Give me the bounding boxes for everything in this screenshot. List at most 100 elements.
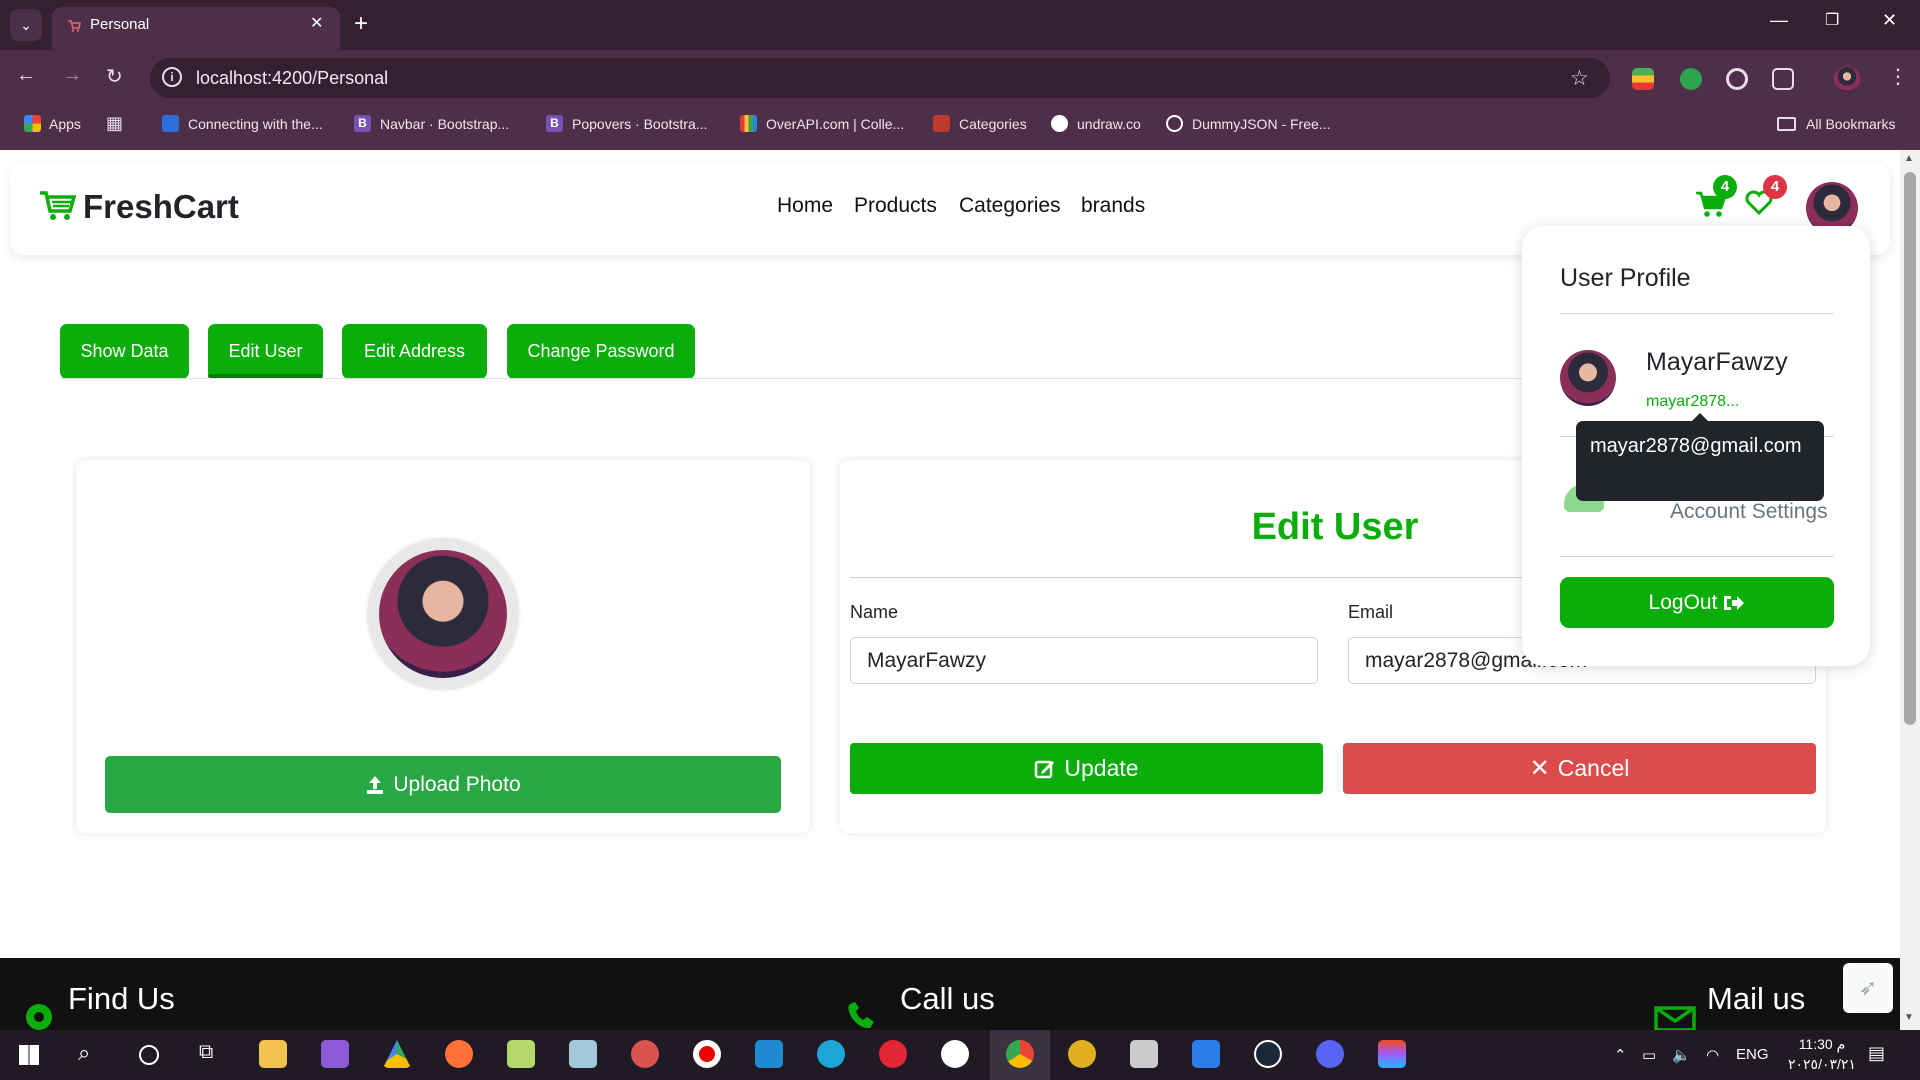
profile-photo: [379, 550, 507, 678]
browser-profile-avatar[interactable]: [1834, 66, 1860, 92]
dropdown-avatar: [1560, 350, 1616, 406]
name-label: Name: [850, 602, 899, 622]
volume-icon[interactable]: 🔈: [1672, 1046, 1691, 1064]
bookmark-item[interactable]: OverAPI.com | Colle...: [766, 116, 904, 132]
upload-photo-button[interactable]: Upload Photo: [105, 756, 781, 813]
language-indicator[interactable]: ENG: [1736, 1046, 1769, 1063]
bookmark-item[interactable]: undraw.co: [1077, 116, 1141, 132]
vscode-icon[interactable]: [755, 1040, 783, 1068]
location-icon: [26, 1004, 52, 1030]
windows-start-icon[interactable]: [19, 1045, 39, 1065]
app-icon[interactable]: [507, 1040, 535, 1068]
site-info-icon[interactable]: i: [162, 67, 182, 87]
bookmark-item[interactable]: DummyJSON - Free...: [1192, 116, 1330, 132]
task-view-icon[interactable]: ⧉: [199, 1041, 213, 1064]
minimize-icon[interactable]: —: [1770, 10, 1788, 31]
extension-target-icon[interactable]: [1726, 68, 1748, 90]
cart-logo-icon: [40, 191, 77, 220]
scroll-down-icon[interactable]: ▼: [1904, 1012, 1914, 1023]
dropdown-title: User Profile: [1560, 264, 1691, 292]
wishlist-count-badge: 4: [1763, 175, 1787, 199]
tab-change-password[interactable]: Change Password: [507, 324, 695, 379]
rocket-icon: ➶: [1858, 975, 1878, 1000]
window-close-icon[interactable]: ✕: [1882, 10, 1897, 31]
file-explorer-icon[interactable]: [259, 1040, 287, 1068]
extension-n-icon[interactable]: [1680, 68, 1702, 90]
discord-icon[interactable]: [1316, 1040, 1344, 1068]
scroll-up-icon[interactable]: ▲: [1904, 153, 1914, 164]
scroll-to-top-button[interactable]: ➶: [1843, 963, 1893, 1013]
edge-icon[interactable]: [817, 1040, 845, 1068]
app-icon[interactable]: [631, 1040, 659, 1068]
back-icon[interactable]: ←: [16, 64, 36, 87]
nav-link-home[interactable]: Home: [777, 194, 833, 218]
extension-icon[interactable]: [1632, 68, 1654, 90]
bookmark-item[interactable]: Navbar · Bootstrap...: [380, 116, 509, 132]
nav-link-brands[interactable]: brands: [1081, 194, 1145, 218]
upload-icon: [367, 775, 384, 794]
bookmark-star-icon[interactable]: ☆: [1570, 66, 1589, 91]
logout-label: LogOut: [1648, 590, 1718, 614]
clock[interactable]: 11:30 م ٢٠٢٥/٠٣/٢١: [1788, 1034, 1856, 1074]
chrome-icon[interactable]: [1006, 1040, 1034, 1068]
tab-show-data[interactable]: Show Data: [60, 324, 189, 379]
bookmark-item[interactable]: Connecting with the...: [188, 116, 323, 132]
brand-logo[interactable]: FreshCart: [83, 188, 239, 226]
footer-mail-us: Mail us: [1707, 981, 1806, 1016]
notepad-icon[interactable]: [569, 1040, 597, 1068]
steam-icon[interactable]: [1254, 1040, 1282, 1068]
update-label: Update: [1064, 755, 1139, 781]
extensions-puzzle-icon[interactable]: [1772, 68, 1794, 90]
update-button[interactable]: Update: [850, 743, 1323, 794]
cart-favicon-icon: [933, 115, 950, 132]
app-icon[interactable]: [1130, 1040, 1158, 1068]
battery-icon[interactable]: ▭: [1642, 1046, 1656, 1064]
forward-icon[interactable]: →: [62, 64, 82, 87]
cortana-icon[interactable]: [139, 1045, 159, 1065]
tab-title: Personal: [90, 16, 150, 33]
clock-icon[interactable]: [941, 1040, 969, 1068]
bookmark-apps[interactable]: Apps: [49, 116, 81, 132]
bootstrap-icon: B: [354, 115, 371, 132]
all-bookmarks[interactable]: All Bookmarks: [1806, 116, 1895, 132]
tab-search-button[interactable]: ⌄: [10, 9, 42, 41]
firefox-icon[interactable]: [445, 1040, 473, 1068]
nav-link-products[interactable]: Products: [854, 194, 937, 218]
browser-menu-icon[interactable]: ⋮: [1888, 64, 1908, 89]
notifications-icon[interactable]: ▤: [1868, 1043, 1885, 1064]
reload-icon[interactable]: ↻: [106, 64, 123, 89]
tab-close-icon[interactable]: ✕: [310, 13, 323, 33]
new-tab-icon[interactable]: +: [354, 10, 368, 38]
search-icon[interactable]: ⌕: [78, 1040, 90, 1066]
youtube-music-icon[interactable]: [879, 1040, 907, 1068]
tab-favicon-icon: [68, 20, 81, 32]
tabs-divider: [60, 378, 1560, 379]
undraw-icon: [1051, 115, 1068, 132]
nav-link-categories[interactable]: Categories: [959, 194, 1061, 218]
scrollbar-thumb[interactable]: [1904, 172, 1916, 725]
record-icon[interactable]: [693, 1040, 721, 1068]
phone-icon: [848, 1002, 874, 1029]
url-text[interactable]: localhost:4200/Personal: [196, 68, 388, 89]
tab-edit-address[interactable]: Edit Address: [342, 324, 487, 379]
folder-icon: [1777, 117, 1796, 131]
tab-groups-icon[interactable]: ▦: [106, 113, 123, 134]
settings-gear-icon[interactable]: [1068, 1040, 1096, 1068]
tab-edit-user[interactable]: Edit User: [208, 324, 323, 379]
tray-chevron-icon[interactable]: ⌃: [1614, 1046, 1627, 1064]
account-settings-link[interactable]: Account Settings: [1670, 500, 1828, 524]
logout-button[interactable]: LogOut: [1560, 577, 1834, 628]
visual-studio-icon[interactable]: [321, 1040, 349, 1068]
footer-find-us: Find Us: [68, 981, 175, 1016]
bookmark-item[interactable]: Categories: [959, 116, 1027, 132]
typora-icon[interactable]: [1192, 1040, 1220, 1068]
cancel-button[interactable]: ✕ Cancel: [1343, 743, 1816, 794]
restore-icon[interactable]: ❐: [1825, 10, 1839, 30]
clock-time: 11:30 م: [1798, 1036, 1846, 1052]
email-label: Email: [1348, 602, 1394, 622]
wifi-icon[interactable]: ◠: [1706, 1046, 1719, 1064]
bookmark-item[interactable]: Popovers · Bootstra...: [572, 116, 707, 132]
name-input[interactable]: MayarFawzy: [850, 637, 1318, 684]
figma-icon[interactable]: [1378, 1040, 1406, 1068]
sign-out-icon: [1724, 595, 1745, 610]
